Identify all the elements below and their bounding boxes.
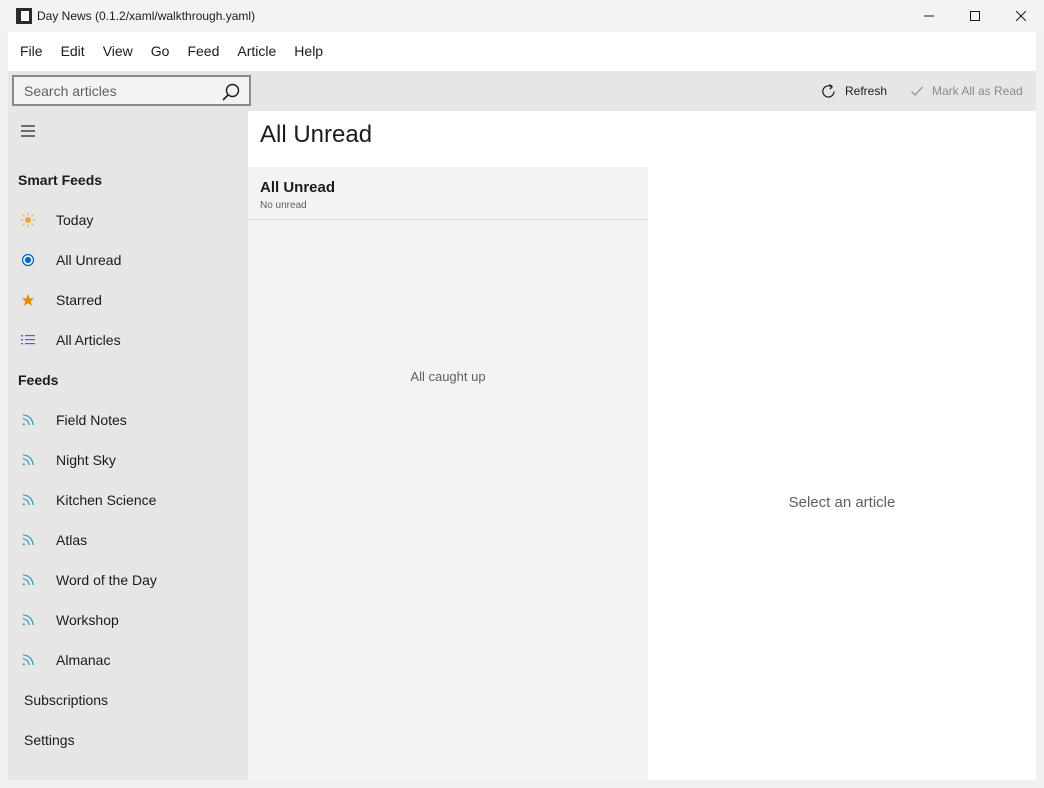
article-list-header: All Unread No unread [248, 167, 648, 220]
toolbar: Refresh Mark All as Read [8, 71, 1036, 111]
sidebar: Smart Feeds Today All Unread Starred All… [8, 111, 248, 780]
maximize-button[interactable] [952, 0, 998, 32]
menu-edit[interactable]: Edit [52, 32, 94, 71]
minimize-icon [924, 15, 934, 17]
hamburger-menu-icon[interactable] [19, 123, 37, 139]
rss-icon [20, 572, 36, 588]
sidebar-item-label: Almanac [56, 652, 111, 668]
close-icon [1016, 11, 1026, 21]
app-icon [16, 8, 32, 24]
mark-all-read-label: Mark All as Read [932, 84, 1023, 98]
minimize-button[interactable] [906, 0, 952, 32]
mark-all-read-button[interactable]: Mark All as Read [910, 71, 1023, 111]
window-title: Day News (0.1.2/xaml/walkthrough.yaml) [37, 9, 256, 23]
sidebar-item-label: Workshop [56, 612, 119, 628]
sidebar-item-label: Word of the Day [56, 572, 157, 588]
sidebar-item-label: Night Sky [56, 452, 116, 468]
menu-file[interactable]: File [11, 32, 52, 71]
list-icon [20, 332, 36, 348]
menu-feed[interactable]: Feed [178, 32, 228, 71]
main-header: All Unread [248, 111, 1036, 167]
maximize-icon [970, 11, 980, 21]
refresh-button[interactable]: Refresh [820, 71, 887, 111]
sidebar-item-label: Settings [24, 732, 75, 748]
sidebar-item-label: Kitchen Science [56, 492, 157, 508]
refresh-icon [822, 83, 835, 98]
sidebar-item-subscriptions[interactable]: Subscriptions [8, 680, 248, 720]
title-bar: Day News (0.1.2/xaml/walkthrough.yaml) [0, 0, 1044, 32]
menu-view[interactable]: View [94, 32, 142, 71]
rss-icon [20, 452, 36, 468]
sidebar-item-label: Atlas [56, 532, 88, 548]
sidebar-item-label: All Articles [56, 332, 121, 348]
sidebar-item-today[interactable]: Today [8, 200, 248, 240]
sidebar-item-workshop[interactable]: Workshop [8, 600, 248, 640]
menu-bar: File Edit View Go Feed Article Help [8, 32, 1036, 71]
star-icon [20, 292, 36, 308]
article-list-title: All Unread [260, 179, 336, 196]
sidebar-item-label: Subscriptions [24, 692, 109, 708]
sidebar-item-label: All Unread [56, 252, 122, 268]
close-button[interactable] [998, 0, 1044, 32]
article-list-pane: All Unread No unread All caught up [248, 167, 648, 780]
sidebar-item-starred[interactable]: Starred [8, 280, 248, 320]
smart-feeds-header: Smart Feeds [18, 172, 103, 188]
search-input[interactable] [14, 77, 214, 104]
sun-icon [20, 212, 36, 228]
rss-icon [20, 492, 36, 508]
rss-icon [20, 612, 36, 628]
search-box [12, 75, 251, 106]
reader-pane: Select an article [648, 167, 1036, 780]
radio-dot-icon [20, 252, 36, 268]
sidebar-item-settings[interactable]: Settings [8, 720, 248, 760]
refresh-label: Refresh [845, 84, 888, 98]
menu-article[interactable]: Article [228, 32, 285, 71]
reader-placeholder: Select an article [788, 494, 896, 511]
sidebar-item-word-of-the-day[interactable]: Word of the Day [8, 560, 248, 600]
sidebar-item-label: Today [56, 212, 94, 228]
sidebar-item-atlas[interactable]: Atlas [8, 520, 248, 560]
sidebar-item-label: Field Notes [56, 412, 127, 428]
sidebar-item-label: Starred [56, 292, 102, 308]
checkmark-icon [911, 86, 923, 96]
window-controls [906, 0, 1044, 32]
sidebar-item-all-unread[interactable]: All Unread [8, 240, 248, 280]
page-title: All Unread [260, 121, 373, 148]
rss-icon [20, 412, 36, 428]
sidebar-item-field-notes[interactable]: Field Notes [8, 400, 248, 440]
rss-icon [20, 652, 36, 668]
sidebar-item-almanac[interactable]: Almanac [8, 640, 248, 680]
sidebar-item-all-articles[interactable]: All Articles [8, 320, 248, 360]
menu-help[interactable]: Help [285, 32, 332, 71]
unread-count-label: No unread [260, 200, 307, 211]
menu-go[interactable]: Go [142, 32, 179, 71]
rss-icon [20, 532, 36, 548]
search-icon[interactable] [221, 82, 241, 102]
empty-state-message: All caught up [410, 369, 486, 384]
feeds-header: Feeds [18, 372, 59, 388]
sidebar-item-kitchen-science[interactable]: Kitchen Science [8, 480, 248, 520]
sidebar-item-night-sky[interactable]: Night Sky [8, 440, 248, 480]
